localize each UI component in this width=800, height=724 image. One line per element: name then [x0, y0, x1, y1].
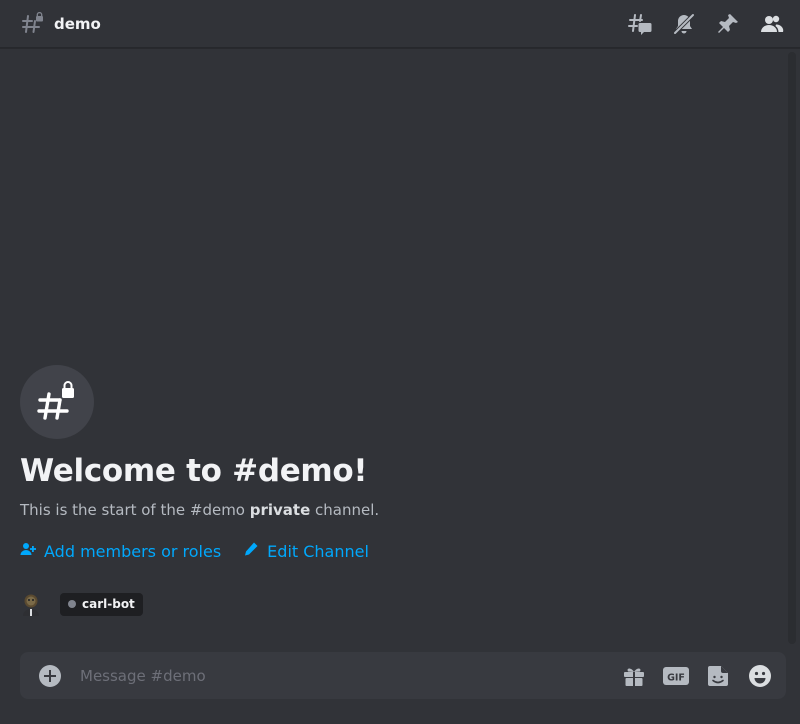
member-list-icon[interactable]	[758, 10, 786, 38]
member-avatar[interactable]	[20, 592, 42, 616]
edit-channel-button[interactable]: Edit Channel	[243, 541, 369, 561]
pencil-icon	[243, 541, 259, 561]
locked-hash-icon	[20, 11, 44, 36]
message-scrollbar[interactable]	[788, 52, 796, 644]
notifications-muted-icon[interactable]	[670, 10, 698, 38]
header-toolbar	[626, 10, 786, 38]
threads-icon[interactable]	[626, 10, 654, 38]
gif-icon[interactable]: GIF	[662, 662, 690, 690]
gift-icon[interactable]	[620, 662, 648, 690]
status-dot	[68, 599, 76, 608]
channel-header: demo	[0, 0, 800, 48]
channel-name: demo	[54, 14, 101, 33]
channel-welcome: Welcome to #demo! This is the start of t…	[20, 365, 760, 561]
welcome-subtitle-suffix: channel.	[310, 501, 380, 519]
emoji-icon[interactable]	[746, 662, 774, 690]
message-composer: GIF	[20, 652, 786, 699]
add-members-button[interactable]: Add members or roles	[20, 541, 221, 561]
channel-members: carl-bot	[20, 592, 143, 616]
add-member-icon	[20, 541, 36, 561]
composer-toolbar: GIF	[620, 662, 774, 690]
gif-label: GIF	[667, 673, 685, 684]
welcome-subtitle: This is the start of the #demo private c…	[20, 501, 760, 519]
member-chip[interactable]: carl-bot	[60, 592, 143, 616]
welcome-actions: Add members or roles Edit Channel	[20, 541, 760, 561]
welcome-title: Welcome to #demo!	[20, 453, 368, 489]
add-attachment-icon[interactable]	[38, 664, 62, 688]
member-name: carl-bot	[82, 596, 135, 611]
message-input[interactable]	[80, 666, 600, 685]
welcome-subtitle-private: private	[249, 501, 311, 519]
welcome-subtitle-prefix: This is the start of the #demo	[20, 501, 250, 519]
edit-channel-label: Edit Channel	[267, 541, 369, 561]
pin-icon[interactable]	[714, 10, 742, 38]
sticker-icon[interactable]	[704, 662, 732, 690]
locked-channel-icon	[20, 365, 94, 439]
add-members-label: Add members or roles	[44, 541, 222, 561]
